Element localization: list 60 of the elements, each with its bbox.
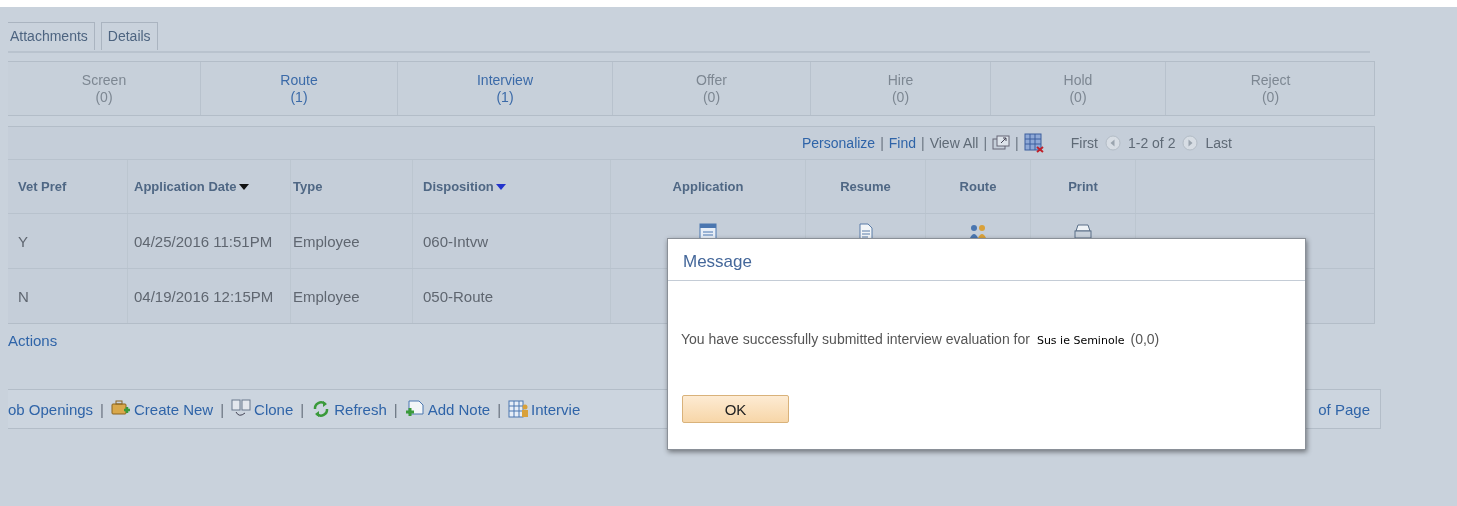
tab[interactable]: Attachments (8, 22, 95, 50)
table-cell: 060-Intvw (423, 232, 489, 250)
toolbar-link[interactable]: of Page (1318, 400, 1370, 418)
column-header[interactable]: Type (293, 179, 323, 194)
first-link[interactable]: First (1070, 135, 1098, 151)
separator: | (497, 400, 502, 418)
stage-label: Hire (887, 71, 914, 89)
separator: | (220, 400, 225, 418)
stage-link[interactable]: Route (280, 71, 318, 89)
stage-label: Reject (1250, 71, 1291, 89)
stage-count: (0) (1261, 88, 1280, 106)
table-cell: Y (18, 232, 28, 250)
stage-label: Offer (696, 71, 727, 89)
stage-label: Screen (81, 71, 127, 89)
table-cell: Employee (293, 287, 360, 305)
toolbar-link[interactable]: Refresh (334, 400, 387, 418)
toolbar-link[interactable]: Personalize (802, 135, 876, 151)
separator: | (1015, 135, 1019, 151)
separator: | (921, 135, 925, 151)
column-header[interactable]: Disposition (423, 179, 494, 194)
page-range: 1-2 of 2 (1127, 135, 1176, 151)
stage-count[interactable]: (1) (496, 88, 514, 106)
stage-count[interactable]: (1) (290, 88, 308, 106)
toolbar-link[interactable]: Create New (134, 400, 214, 418)
last-link[interactable]: Last (1205, 135, 1232, 151)
separator: | (100, 400, 104, 418)
table-cell: 04/25/2016 11:51PM (134, 232, 273, 250)
stage-count: (0) (702, 88, 721, 106)
ok-button[interactable]: OK (682, 395, 789, 423)
table-cell: Employee (293, 232, 360, 250)
actions-link[interactable]: Actions (8, 332, 58, 349)
person-name: Sus ie Seminole (1036, 334, 1125, 347)
stage-count: (0) (1069, 88, 1087, 106)
toolbar-link[interactable]: ob Openings (8, 400, 94, 418)
toolbar-link[interactable]: Add Note (427, 400, 491, 418)
column-header[interactable]: Application Date (134, 179, 237, 194)
tab[interactable]: Details (100, 22, 158, 50)
separator: | (880, 135, 884, 151)
table-cell: 050-Route (423, 287, 494, 305)
column-header[interactable]: Resume (840, 179, 891, 194)
column-header[interactable]: Route (959, 179, 997, 194)
stage-label: Hold (1063, 71, 1093, 89)
toolbar-link[interactable]: Clone (254, 400, 294, 418)
separator: | (983, 135, 988, 151)
column-header[interactable]: Print (1068, 179, 1098, 194)
stage-count: (0) (891, 88, 910, 106)
toolbar-link[interactable]: Intervie (531, 400, 581, 418)
stage-count: (0) (95, 88, 113, 106)
column-header[interactable]: Application (672, 179, 744, 194)
toolbar-link[interactable]: Find (888, 135, 917, 151)
dialog-title: Message (668, 239, 1305, 281)
separator: | (393, 400, 398, 418)
table-cell: N (18, 287, 29, 305)
message-text: You have successfully submitted interview evaluation for (681, 331, 1030, 347)
column-header[interactable]: Vet Pref (18, 179, 67, 194)
stage-link[interactable]: Interview (477, 71, 533, 89)
separator: | (300, 400, 305, 418)
table-cell: 04/19/2016 12:15PM (134, 287, 274, 305)
view-all-link[interactable]: View All (929, 135, 979, 151)
message-code: (0,0) (1130, 331, 1160, 347)
